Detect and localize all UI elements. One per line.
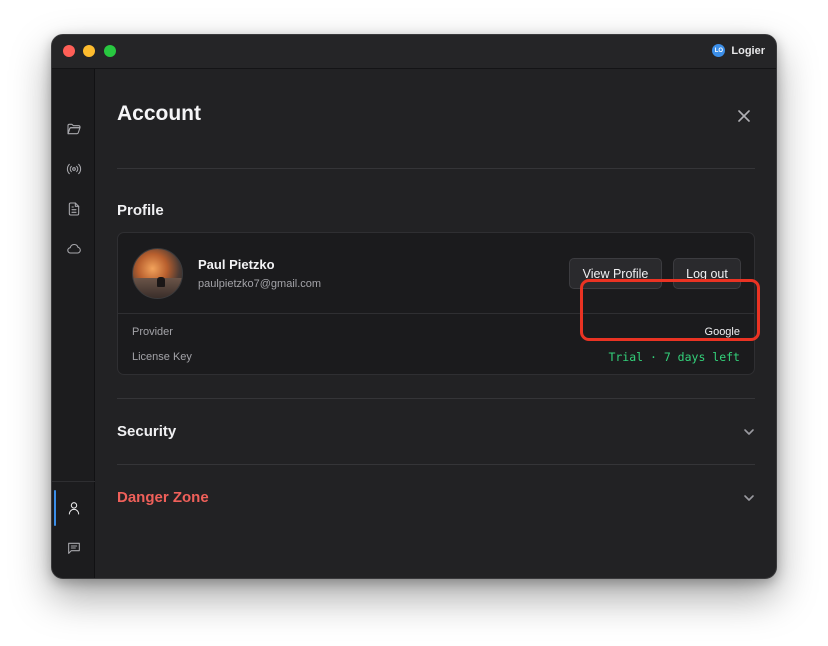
avatar bbox=[132, 248, 183, 299]
app-logo-icon: LO bbox=[712, 44, 726, 57]
chevron-down-icon bbox=[743, 425, 755, 437]
license-key-value: Trial · 7 days left bbox=[608, 350, 740, 364]
sidebar-item-account[interactable] bbox=[52, 490, 95, 526]
sidebar-item-settings[interactable] bbox=[52, 570, 95, 578]
close-window-button[interactable] bbox=[63, 45, 75, 57]
highlight-annotation bbox=[580, 279, 760, 341]
user-email: paulpietzko7@gmail.com bbox=[198, 278, 322, 290]
app-brand: LO Logier bbox=[712, 44, 765, 57]
danger-zone-section-header[interactable]: Danger Zone bbox=[117, 483, 755, 513]
provider-label: Provider bbox=[132, 326, 173, 338]
sidebar-divider bbox=[52, 481, 95, 482]
close-icon bbox=[738, 110, 750, 122]
license-key-label: License Key bbox=[132, 351, 192, 363]
section-divider bbox=[117, 464, 755, 465]
security-section-title: Security bbox=[117, 423, 177, 440]
minimize-window-button[interactable] bbox=[83, 45, 95, 57]
danger-zone-section-title: Danger Zone bbox=[117, 489, 209, 506]
zoom-window-button[interactable] bbox=[104, 45, 116, 57]
page-title: Account bbox=[117, 102, 201, 125]
sidebar-item-cloud[interactable] bbox=[52, 231, 95, 267]
user-name: Paul Pietzko bbox=[198, 257, 275, 272]
close-button[interactable] bbox=[733, 105, 755, 127]
chevron-down-icon bbox=[743, 491, 755, 503]
sidebar-item-projects[interactable] bbox=[52, 111, 95, 147]
sidebar bbox=[52, 69, 95, 578]
app-window: LO Logier Account Profile Paul Pietzko p… bbox=[51, 34, 777, 579]
cloud-icon bbox=[66, 244, 81, 254]
sidebar-item-broadcast[interactable] bbox=[52, 151, 95, 187]
sidebar-item-feedback[interactable] bbox=[52, 530, 95, 566]
document-icon bbox=[68, 202, 79, 216]
folder-icon bbox=[66, 123, 81, 135]
security-section-header[interactable]: Security bbox=[117, 417, 755, 447]
title-divider bbox=[117, 168, 755, 169]
app-name: Logier bbox=[731, 44, 765, 57]
message-icon bbox=[67, 542, 80, 554]
sidebar-item-documents[interactable] bbox=[52, 191, 95, 227]
broadcast-icon bbox=[66, 163, 81, 175]
title-bar: LO Logier bbox=[52, 35, 776, 69]
user-icon bbox=[68, 502, 79, 515]
profile-section-title: Profile bbox=[117, 202, 164, 219]
section-divider bbox=[117, 398, 755, 399]
